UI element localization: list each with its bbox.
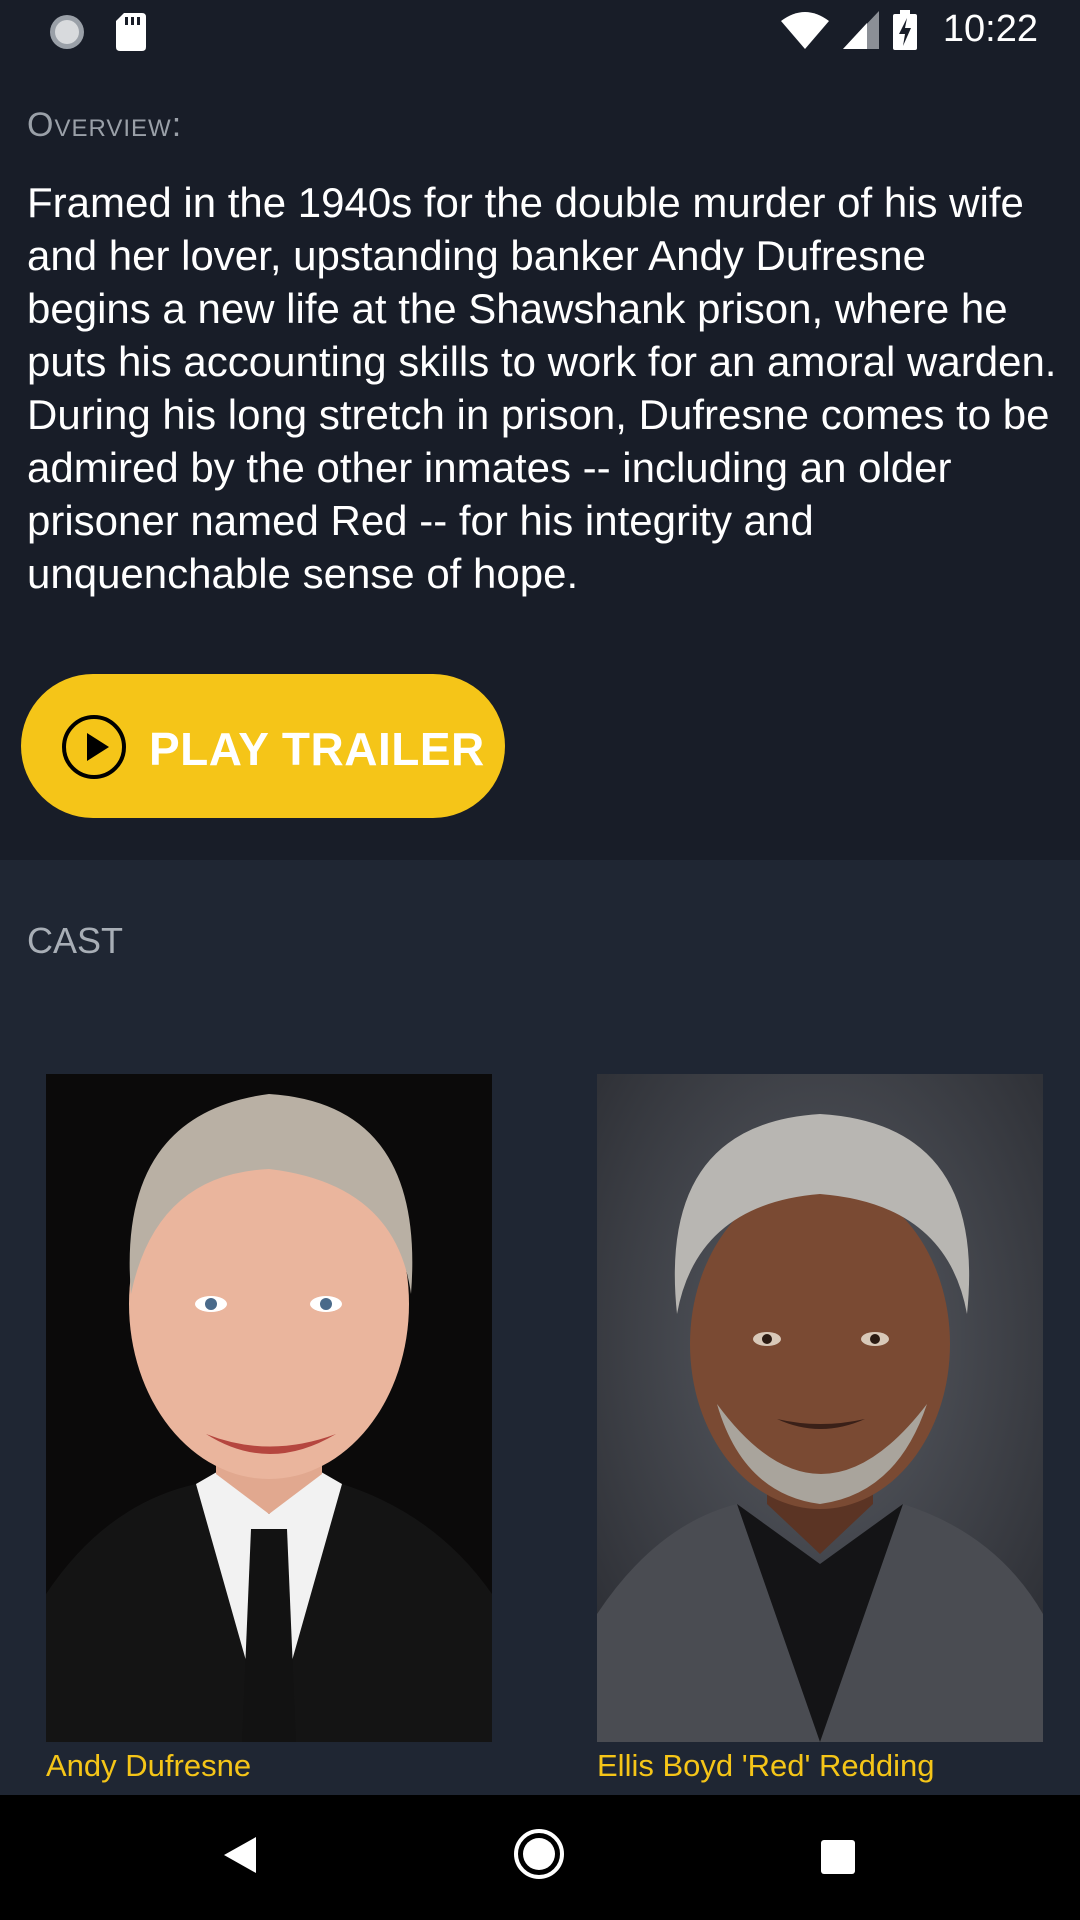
play-trailer-button[interactable]: PLAY TRAILER [21,674,505,818]
signal-icon [842,10,879,49]
status-bar: 10:22 [0,0,1080,63]
cast-name: Ellis Boyd 'Red' Redding [597,1748,935,1783]
sync-icon [50,15,84,49]
back-icon[interactable] [222,1835,258,1875]
cast-card[interactable]: Ellis Boyd 'Red' Redding [597,1074,1043,1784]
cast-card[interactable]: Andy Dufresne [46,1074,492,1784]
cast-section: CAST Andy Dufresne Ellis Boyd 'Red' Redd… [0,860,1080,1795]
recents-icon[interactable] [821,1840,855,1874]
overview-label: Overview: [27,106,183,144]
navigation-bar [0,1795,1080,1920]
cast-label: CAST [27,920,124,961]
cast-photo [46,1074,492,1742]
cast-photo [597,1074,1043,1742]
wifi-icon [780,11,829,49]
play-circle-icon [62,715,126,779]
overview-section: Overview: Framed in the 1940s for the do… [0,63,1080,860]
overview-text: Framed in the 1940s for the double murde… [27,179,1057,597]
home-icon[interactable] [513,1828,565,1880]
battery-charging-icon [892,9,917,50]
play-trailer-label: PLAY TRAILER [149,723,485,775]
status-time: 10:22 [942,8,1038,50]
cast-name: Andy Dufresne [46,1748,252,1783]
sd-card-icon [116,13,146,51]
